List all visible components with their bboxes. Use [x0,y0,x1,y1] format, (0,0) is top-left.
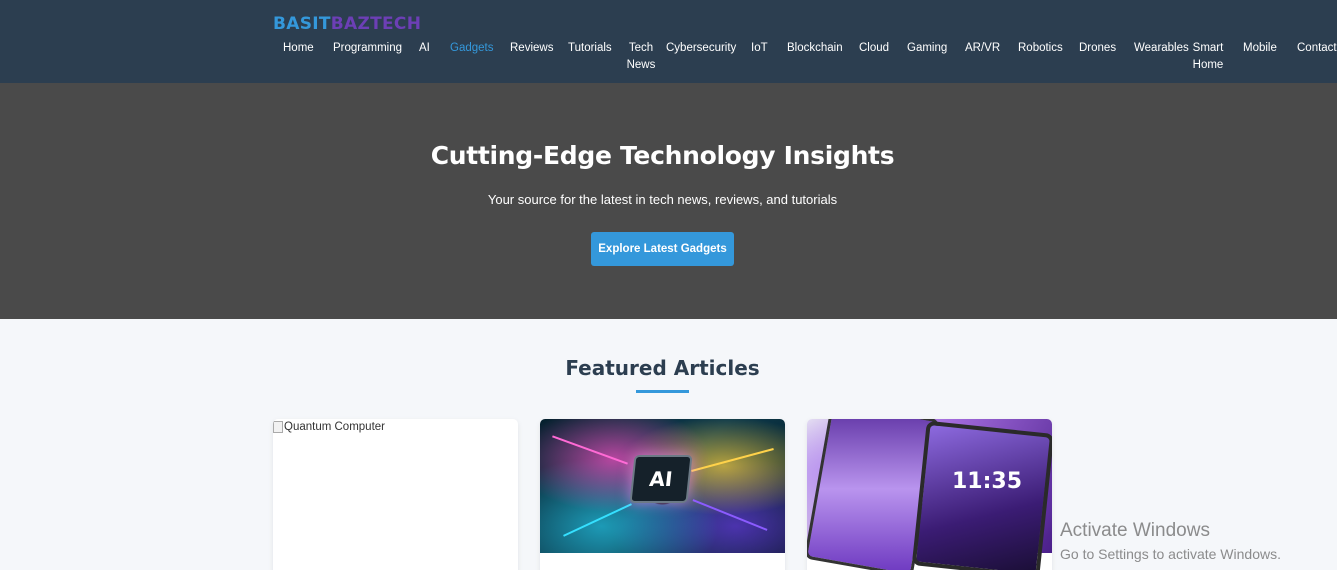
nav-cloud[interactable]: Cloud [859,40,889,57]
nav-contact[interactable]: Contact [1297,40,1337,57]
article-card-quantum[interactable]: Quantum Computer [273,419,518,570]
broken-image-icon [273,421,283,433]
nav-cybersecurity[interactable]: Cybersecurity [666,40,736,57]
nav-wearables[interactable]: Wearables [1134,40,1189,57]
ai-chip: AI [629,455,693,503]
hero-subtitle: Your source for the latest in tech news,… [487,192,838,207]
image-alt-text: Quantum Computer [284,421,385,433]
watermark-title: Activate Windows [1060,520,1210,541]
nav-drones[interactable]: Drones [1079,40,1116,57]
article-card-tablet[interactable]: 11:35 [807,419,1052,570]
logo-part-baztech: BAZTECH [330,14,422,34]
explore-gadgets-button[interactable]: Explore Latest Gadgets [591,232,734,266]
circuit-trace [552,435,628,465]
circuit-trace [692,499,768,531]
site-logo[interactable]: BASITBAZTECH [273,14,421,34]
tablet-device [911,420,1052,570]
featured-articles-title: Featured Articles [565,356,760,380]
nav-robotics[interactable]: Robotics [1018,40,1063,57]
hero-title: Cutting-Edge Technology Insights [430,141,895,170]
nav-tech-news[interactable]: Tech News [617,40,665,74]
nav-smart-home[interactable]: Smart Home [1188,40,1228,74]
nav-gaming[interactable]: Gaming [907,40,947,57]
ai-chip-image: AI [540,419,785,553]
circuit-trace [563,503,632,537]
nav-reviews[interactable]: Reviews [510,40,553,57]
article-card-ai[interactable]: AI [540,419,785,570]
nav-programming[interactable]: Programming [333,40,402,57]
nav-ai[interactable]: AI [419,40,430,57]
nav-iot[interactable]: IoT [751,40,768,57]
nav-gadgets[interactable]: Gadgets [450,40,493,57]
section-underline [636,390,689,393]
site-header: BASITBAZTECH Home Programming AI Gadgets… [0,0,1337,83]
watermark-subtitle: Go to Settings to activate Windows. [1060,546,1281,562]
tablet-image: 11:35 [807,419,1052,570]
logo-part-basit: BASIT [273,14,331,34]
nav-blockchain[interactable]: Blockchain [787,40,843,57]
tablet-clock: 11:35 [952,469,1023,494]
hero-section: Cutting-Edge Technology Insights Your so… [0,83,1337,319]
broken-image: Quantum Computer [273,421,385,433]
nav-ar-vr[interactable]: AR/VR [965,40,1000,57]
nav-tutorials[interactable]: Tutorials [568,40,612,57]
windows-activation-watermark: Activate Windows Go to Settings to activ… [1060,520,1281,562]
circuit-trace [691,448,774,472]
nav-mobile[interactable]: Mobile [1243,40,1277,57]
nav-home[interactable]: Home [283,40,314,57]
